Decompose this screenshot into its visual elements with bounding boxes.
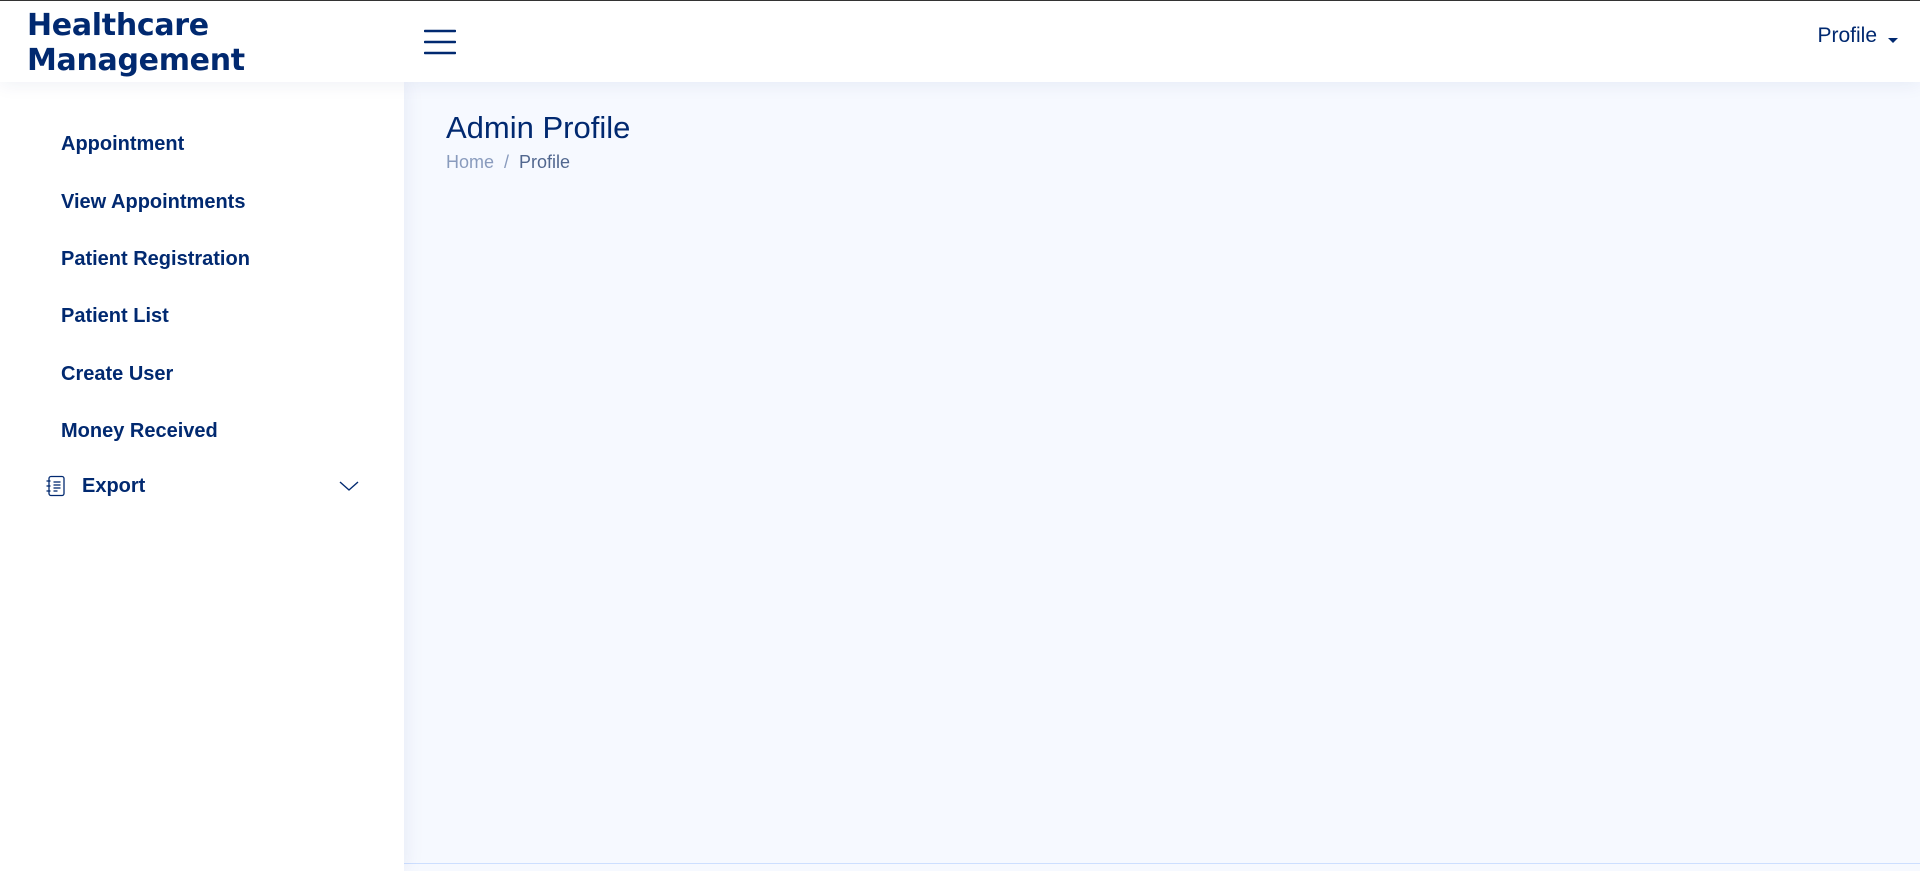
brand-logo-text[interactable]: Healthcare Management: [27, 8, 287, 78]
sidebar-item-export[interactable]: Export: [44, 471, 360, 501]
main-content: Admin Profile Home / Profile: [404, 82, 1920, 871]
breadcrumb-home-link[interactable]: Home: [446, 150, 494, 174]
top-header: Healthcare Management Profile: [0, 0, 1920, 82]
profile-dropdown-toggle[interactable]: Profile: [1817, 23, 1898, 49]
sidebar-item-view-appointments[interactable]: View Appointments: [61, 187, 245, 217]
sidebar-item-patient-list[interactable]: Patient List: [61, 301, 169, 331]
profile-label: Profile: [1817, 24, 1877, 47]
breadcrumb-current: Profile: [519, 152, 571, 172]
chevron-down-icon: [338, 479, 360, 493]
hamburger-icon[interactable]: [423, 28, 457, 56]
sidebar-item-export-label: Export: [82, 474, 146, 497]
footer-divider: [404, 863, 1920, 864]
sidebar-item-patient-registration[interactable]: Patient Registration: [61, 244, 250, 274]
sidebar: Appointment View Appointments Patient Re…: [0, 82, 404, 871]
sidebar-item-create-user[interactable]: Create User: [61, 359, 173, 389]
sidebar-item-money-received[interactable]: Money Received: [61, 416, 218, 446]
sidebar-item-appointment[interactable]: Appointment: [61, 129, 184, 159]
caret-down-icon: [1888, 38, 1898, 43]
breadcrumb-separator: /: [504, 152, 510, 172]
journal-text-icon: [44, 474, 68, 498]
breadcrumb: Home / Profile: [446, 150, 570, 174]
page-title: Admin Profile: [446, 110, 631, 145]
